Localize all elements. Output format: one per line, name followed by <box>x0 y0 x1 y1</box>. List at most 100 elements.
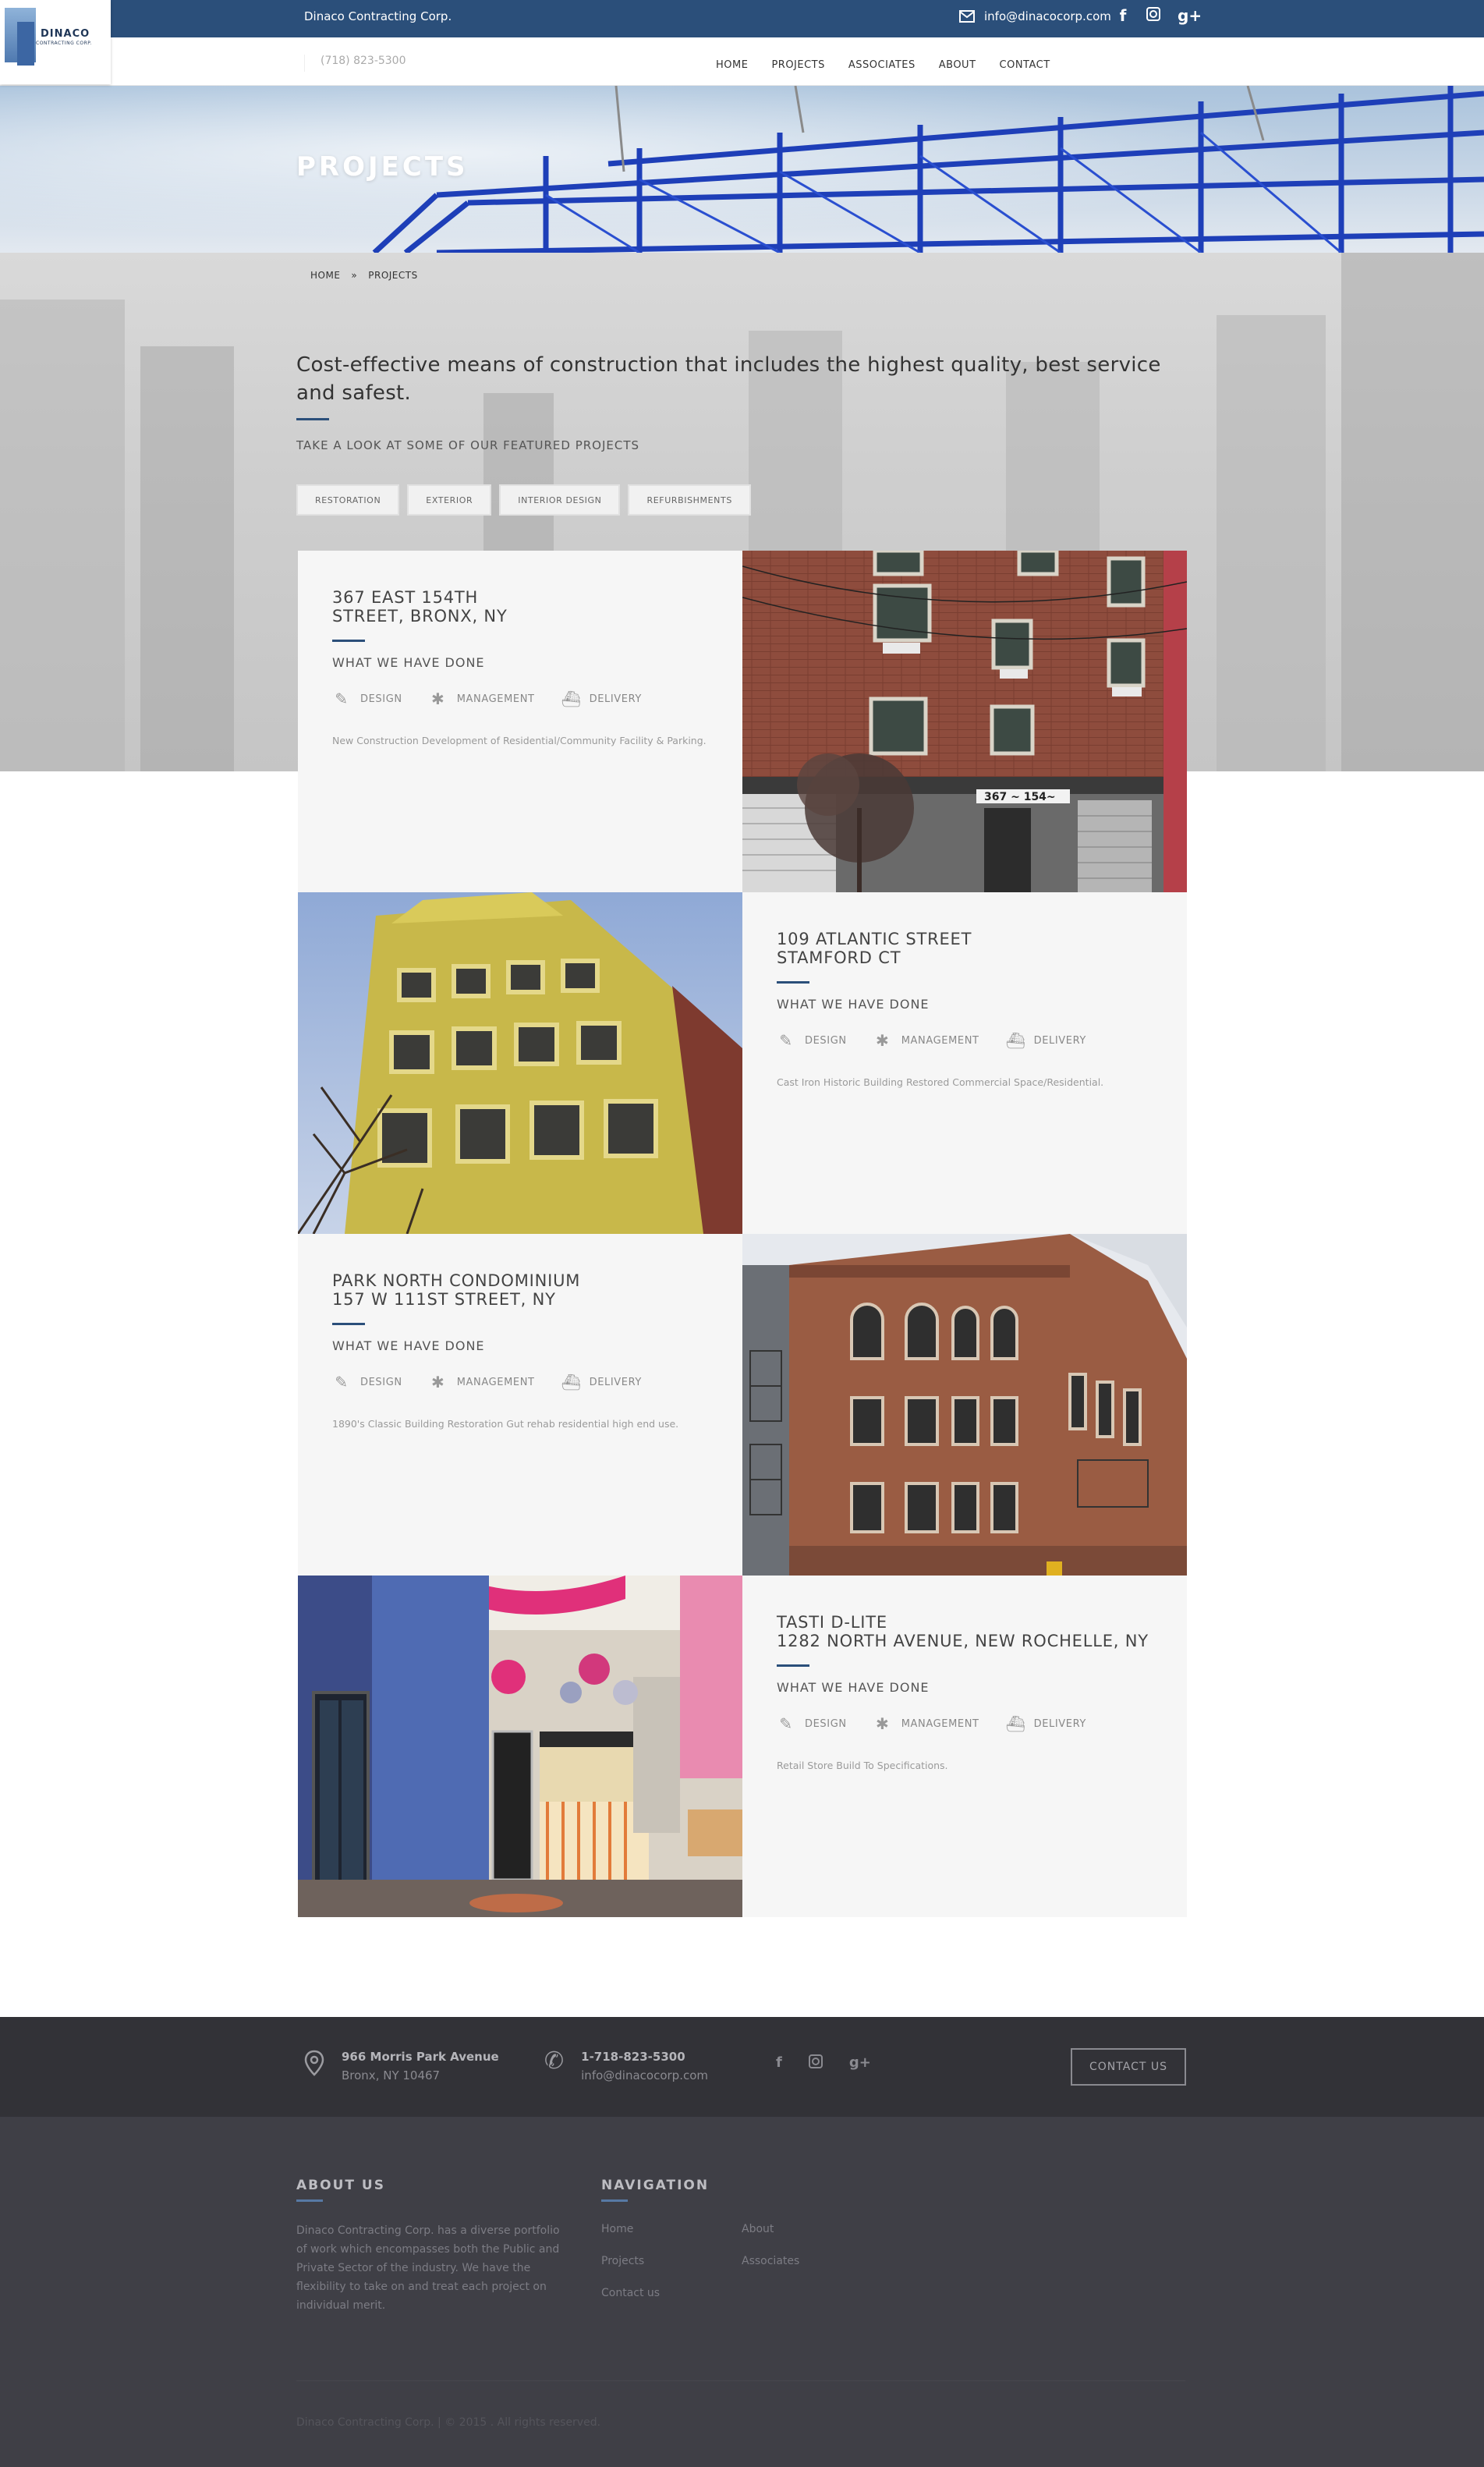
service-design: ✎ DESIGN <box>777 1714 847 1733</box>
footer-phone[interactable]: 1-718-823-5300 <box>581 2050 708 2064</box>
about-us-text: Dinaco Contracting Corp. has a diverse p… <box>296 2224 560 2312</box>
instagram-icon[interactable] <box>1146 6 1160 25</box>
what-we-have-done-label: WHAT WE HAVE DONE <box>332 1338 485 1353</box>
gear-icon: ✱ <box>876 1031 890 1050</box>
breadcrumb-separator-icon: » <box>351 270 358 281</box>
ship-icon: ⛴ <box>561 1373 582 1391</box>
filter-refurbishments-button[interactable]: REFURBISHMENTS <box>628 484 751 516</box>
service-management: ✱ MANAGEMENT <box>429 1373 535 1391</box>
envelope-icon <box>959 10 975 23</box>
ship-icon: ⛴ <box>1005 1031 1026 1050</box>
project-services: ✎ DESIGN ✱ MANAGEMENT ⛴ DELIVERY <box>332 689 642 708</box>
service-management: ✱ MANAGEMENT <box>873 1031 979 1050</box>
nav-associates[interactable]: ASSOCIATES <box>848 56 916 71</box>
project-photo-2[interactable] <box>298 892 742 1234</box>
footer-phone-email: ✆ 1-718-823-5300 info@dinacocorp.com <box>544 2050 708 2083</box>
project-title-underline <box>332 640 365 642</box>
email-text: info@dinacocorp.com <box>984 9 1111 23</box>
about-us-underline <box>296 2199 323 2202</box>
project-services: ✎ DESIGN ✱ MANAGEMENT ⛴ DELIVERY <box>332 1373 642 1391</box>
hero-banner: PROJECTS <box>0 86 1484 253</box>
what-we-have-done-label: WHAT WE HAVE DONE <box>777 997 930 1012</box>
gear-icon: ✱ <box>431 1373 445 1391</box>
nav-contact[interactable]: CONTACT <box>1000 56 1050 71</box>
main-navbar: (718) 823-5300 HOME PROJECTS ASSOCIATES … <box>0 37 1484 86</box>
filter-restoration-button[interactable]: RESTORATION <box>296 484 400 516</box>
service-delivery: ⛴ DELIVERY <box>561 1373 642 1391</box>
navigation-heading: NAVIGATION <box>601 2178 710 2193</box>
breadcrumb-current: PROJECTS <box>368 270 418 281</box>
nav-projects[interactable]: PROJECTS <box>771 56 824 71</box>
project-card-4: TASTI D-LITE 1282 NORTH AVENUE, NEW ROCH… <box>742 1576 1187 1917</box>
nav-about[interactable]: ABOUT <box>939 56 976 71</box>
google-plus-icon[interactable]: g+ <box>1178 6 1202 25</box>
project-description: 1890's Classic Building Restoration Gut … <box>332 1418 679 1430</box>
breadcrumb-home[interactable]: HOME <box>310 270 340 281</box>
header-phone: (718) 823-5300 <box>304 55 406 72</box>
filter-exterior-button[interactable]: EXTERIOR <box>407 484 492 516</box>
about-us-heading: ABOUT US <box>296 2178 385 2193</box>
project-photo-4[interactable] <box>298 1576 742 1917</box>
footer-divider <box>296 2380 1185 2381</box>
gear-icon: ✱ <box>431 689 445 708</box>
address-line-2: Bronx, NY 10467 <box>342 2068 441 2082</box>
logo-building-graphic-2 <box>17 22 34 66</box>
project-title[interactable]: TASTI D-LITE 1282 NORTH AVENUE, NEW ROCH… <box>777 1613 1149 1650</box>
footer-link-contact-us[interactable]: Contact us <box>601 2287 660 2299</box>
project-photo-1[interactable]: 367 ~ 154~ <box>742 551 1187 892</box>
email-link[interactable]: info@dinacocorp.com <box>959 9 1111 23</box>
service-design: ✎ DESIGN <box>777 1031 847 1050</box>
gear-icon: ✱ <box>876 1714 890 1733</box>
pencil-icon: ✎ <box>779 1031 793 1050</box>
project-card-1: 367 EAST 154TH STREET, BRONX, NY WHAT WE… <box>298 551 742 892</box>
logo-name: DINACO <box>41 28 90 40</box>
google-plus-icon[interactable]: g+ <box>849 2054 871 2072</box>
storefront-sign: 367 ~ 154~ <box>984 791 1056 803</box>
location-pin-icon <box>304 2050 324 2081</box>
service-management: ✱ MANAGEMENT <box>429 689 535 708</box>
what-we-have-done-label: WHAT WE HAVE DONE <box>777 1680 930 1695</box>
logo[interactable]: DINACO CONTRACTING CORP. <box>0 0 111 84</box>
project-services: ✎ DESIGN ✱ MANAGEMENT ⛴ DELIVERY <box>777 1714 1086 1733</box>
project-title[interactable]: 109 ATLANTIC STREET STAMFORD CT <box>777 930 972 967</box>
footer-link-projects[interactable]: Projects <box>601 2255 644 2267</box>
footer-address: 966 Morris Park Avenue Bronx, NY 10467 <box>304 2050 499 2082</box>
footer-link-home[interactable]: Home <box>601 2223 633 2235</box>
pencil-icon: ✎ <box>335 1373 349 1391</box>
page-title: PROJECTS <box>296 151 469 183</box>
navigation-underline <box>601 2199 628 2202</box>
project-photo-3[interactable] <box>742 1234 1187 1576</box>
facebook-icon[interactable]: f <box>776 2054 782 2072</box>
project-services: ✎ DESIGN ✱ MANAGEMENT ⛴ DELIVERY <box>777 1031 1086 1050</box>
nav-home[interactable]: HOME <box>716 56 748 71</box>
ship-icon: ⛴ <box>561 689 582 708</box>
logo-subtitle: CONTRACTING CORP. <box>36 41 92 46</box>
footer-email[interactable]: info@dinacocorp.com <box>581 2068 708 2082</box>
instagram-icon[interactable] <box>808 2054 823 2072</box>
social-links: f g+ <box>1117 6 1202 25</box>
project-title-underline <box>777 981 809 984</box>
headline-underline <box>296 418 329 420</box>
project-description: Cast Iron Historic Building Restored Com… <box>777 1076 1104 1088</box>
breadcrumb: HOME » PROJECTS <box>310 270 418 281</box>
service-delivery: ⛴ DELIVERY <box>561 689 642 708</box>
steel-structure-image <box>372 86 1484 253</box>
project-title[interactable]: 367 EAST 154TH STREET, BRONX, NY <box>332 588 508 626</box>
ship-icon: ⛴ <box>1005 1714 1026 1733</box>
project-filters: RESTORATION EXTERIOR INTERIOR DESIGN REF… <box>296 484 751 516</box>
copyright: Dinaco Contracting Corp. | © 2015 . All … <box>296 2416 601 2429</box>
pencil-icon: ✎ <box>335 689 349 708</box>
footer-link-about[interactable]: About <box>742 2223 774 2235</box>
service-management: ✱ MANAGEMENT <box>873 1714 979 1733</box>
intro-headline: Cost-effective means of construction tha… <box>296 353 1161 405</box>
company-name: Dinaco Contracting Corp. <box>304 9 452 23</box>
contact-us-button[interactable]: CONTACT US <box>1071 2048 1186 2086</box>
filter-interior-design-button[interactable]: INTERIOR DESIGN <box>499 484 621 516</box>
what-we-have-done-label: WHAT WE HAVE DONE <box>332 655 485 670</box>
footer-social-links: f g+ <box>776 2054 871 2072</box>
footer-link-associates[interactable]: Associates <box>742 2255 799 2267</box>
project-title[interactable]: PARK NORTH CONDOMINIUM 157 W 111ST STREE… <box>332 1271 580 1309</box>
service-delivery: ⛴ DELIVERY <box>1005 1714 1086 1733</box>
footer: ABOUT US Dinaco Contracting Corp. has a … <box>0 2117 1484 2467</box>
facebook-icon[interactable]: f <box>1117 6 1129 25</box>
